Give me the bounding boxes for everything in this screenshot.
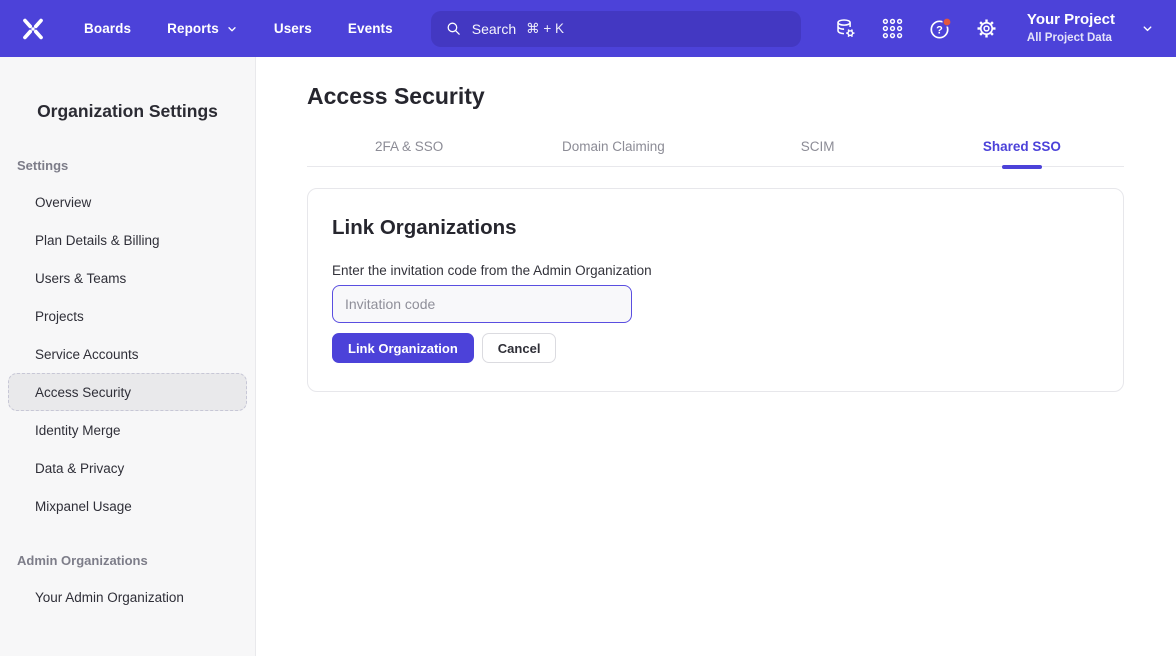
project-subtitle: All Project Data [1027, 31, 1115, 45]
top-navbar: Boards Reports Users Events Search ⌘ + K [0, 0, 1176, 57]
sidebar-item-service-accounts[interactable]: Service Accounts [8, 335, 247, 373]
nav-item-events[interactable]: Events [348, 21, 393, 36]
page-title: Access Security [307, 83, 1124, 110]
sidebar-item-mixpanel-usage[interactable]: Mixpanel Usage [8, 487, 247, 525]
notification-badge [943, 18, 951, 26]
mixpanel-logo-icon[interactable] [18, 14, 48, 44]
search-input[interactable]: Search ⌘ + K [431, 11, 801, 47]
link-organization-button[interactable]: Link Organization [332, 333, 474, 363]
nav-item-label: Reports [167, 21, 219, 36]
search-placeholder: Search [472, 21, 516, 37]
tab-2fa-sso[interactable]: 2FA & SSO [307, 137, 511, 166]
apps-grid-icon[interactable] [881, 17, 905, 41]
data-management-icon[interactable] [834, 17, 858, 41]
sidebar-items-settings: Overview Plan Details & Billing Users & … [0, 183, 255, 525]
sidebar-item-projects[interactable]: Projects [8, 297, 247, 335]
card-button-row: Link Organization Cancel [332, 333, 1099, 363]
cancel-button[interactable]: Cancel [482, 333, 557, 363]
tab-bar: 2FA & SSO Domain Claiming SCIM Shared SS… [307, 137, 1124, 167]
sidebar-item-plan-details-billing[interactable]: Plan Details & Billing [8, 221, 247, 259]
tab-label: SCIM [801, 139, 835, 154]
nav-item-label: Events [348, 21, 393, 36]
main-content: Access Security 2FA & SSO Domain Claimin… [256, 57, 1176, 656]
invitation-code-input[interactable] [332, 285, 632, 323]
settings-sidebar: Organization Settings Settings Overview … [0, 57, 256, 656]
help-icon[interactable]: ? [928, 17, 952, 41]
primary-nav: Boards Reports Users Events [84, 21, 393, 36]
nav-item-boards[interactable]: Boards [84, 21, 131, 36]
sidebar-section-label-settings: Settings [17, 158, 255, 173]
project-switcher[interactable]: Your Project All Project Data [1027, 11, 1154, 45]
project-name: Your Project [1027, 11, 1115, 30]
tab-label: 2FA & SSO [375, 139, 443, 154]
tab-shared-sso[interactable]: Shared SSO [920, 137, 1124, 166]
nav-item-users[interactable]: Users [274, 21, 312, 36]
tab-scim[interactable]: SCIM [716, 137, 920, 166]
sidebar-item-identity-merge[interactable]: Identity Merge [8, 411, 247, 449]
active-tab-underline [1002, 165, 1042, 169]
invitation-code-label: Enter the invitation code from the Admin… [332, 263, 1099, 278]
settings-gear-icon[interactable] [975, 17, 999, 41]
svg-text:?: ? [936, 24, 943, 36]
sidebar-item-data-privacy[interactable]: Data & Privacy [8, 449, 247, 487]
tab-domain-claiming[interactable]: Domain Claiming [511, 137, 715, 166]
tab-label: Domain Claiming [562, 139, 665, 154]
sidebar-title: Organization Settings [0, 101, 255, 122]
sidebar-item-overview[interactable]: Overview [8, 183, 247, 221]
tab-label: Shared SSO [983, 139, 1061, 154]
project-switcher-labels: Your Project All Project Data [1027, 11, 1115, 45]
app-window: Boards Reports Users Events Search ⌘ + K [0, 0, 1176, 656]
search-shortcut-hint: ⌘ + K [526, 21, 564, 37]
search-icon [445, 20, 462, 37]
sidebar-item-your-admin-organization[interactable]: Your Admin Organization [8, 578, 247, 616]
card-title: Link Organizations [332, 216, 1099, 240]
link-organizations-card: Link Organizations Enter the invitation … [307, 188, 1124, 392]
navbar-right-group: ? [811, 11, 1154, 45]
nav-item-label: Boards [84, 21, 131, 36]
nav-item-label: Users [274, 21, 312, 36]
sidebar-section-label-admin-organizations: Admin Organizations [17, 553, 255, 568]
chevron-down-icon [226, 23, 238, 35]
chevron-down-icon [1141, 22, 1154, 35]
nav-item-reports[interactable]: Reports [167, 21, 238, 36]
sidebar-items-admin: Your Admin Organization [0, 578, 255, 616]
sidebar-item-access-security[interactable]: Access Security [8, 373, 247, 411]
sidebar-item-users-teams[interactable]: Users & Teams [8, 259, 247, 297]
